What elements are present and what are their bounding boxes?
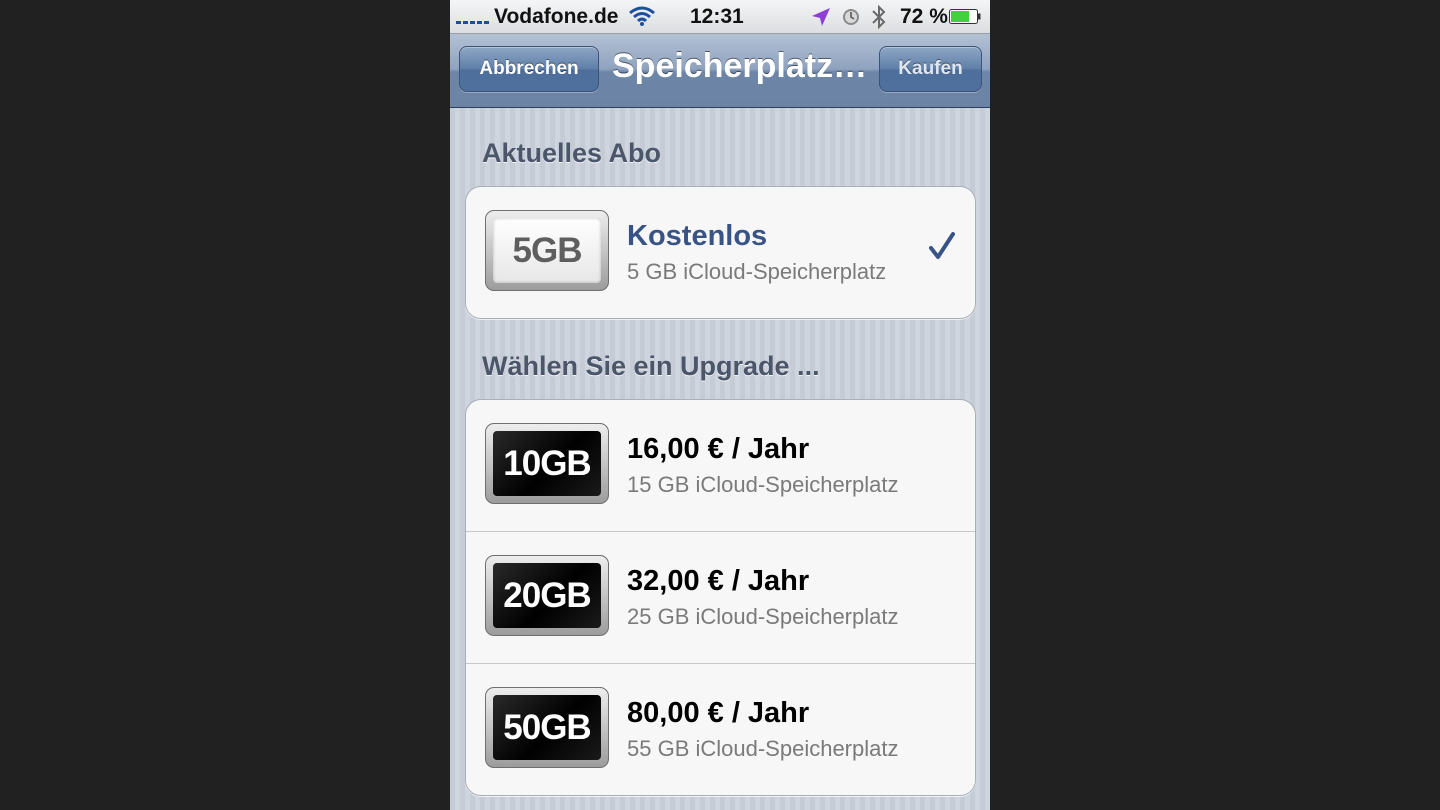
battery-percent: 72 % xyxy=(900,5,948,28)
badge-label: 50GB xyxy=(493,695,601,760)
signal-icon xyxy=(456,10,492,24)
storage-badge-icon: 50GB xyxy=(485,687,609,768)
buy-button[interactable]: Kaufen xyxy=(879,46,982,92)
plan-subtitle: 55 GB iCloud-Speicherplatz xyxy=(627,736,899,761)
badge-label: 20GB xyxy=(493,563,601,628)
location-arrow-icon xyxy=(812,8,830,26)
status-bar: Vodafone.de 12:31 72 % xyxy=(450,0,990,34)
plan-title: Kostenlos xyxy=(627,220,768,252)
carrier-name: Vodafone.de xyxy=(494,5,619,28)
upgrade-header: Wählen Sie ein Upgrade ... xyxy=(482,351,820,381)
current-plan-header: Aktuelles Abo xyxy=(482,138,662,168)
badge-label: 10GB xyxy=(493,431,601,496)
storage-badge-icon: 20GB xyxy=(485,555,609,636)
navigation-bar: Abbrechen Speicherplatz… Kaufen xyxy=(450,34,990,108)
current-plan-group: 5GB Kostenlos 5 GB iCloud-Speicherplatz xyxy=(465,186,976,319)
plan-price: 80,00 € / Jahr xyxy=(627,697,810,729)
plan-price: 16,00 € / Jahr xyxy=(627,433,810,465)
upgrade-plan-row[interactable]: 20GB 32,00 € / Jahr 25 GB iCloud-Speiche… xyxy=(466,531,975,663)
bluetooth-icon xyxy=(872,4,886,30)
cancel-button[interactable]: Abbrechen xyxy=(459,46,599,92)
upgrade-plan-row[interactable]: 50GB 80,00 € / Jahr 55 GB iCloud-Speiche… xyxy=(466,663,975,795)
battery-icon xyxy=(949,9,981,24)
plan-subtitle: 15 GB iCloud-Speicherplatz xyxy=(627,472,899,497)
upgrade-plan-group: 10GB 16,00 € / Jahr 15 GB iCloud-Speiche… xyxy=(465,399,976,796)
checkmark-icon xyxy=(929,232,955,259)
current-plan-row[interactable]: 5GB Kostenlos 5 GB iCloud-Speicherplatz xyxy=(466,187,975,318)
alarm-clock-icon xyxy=(843,9,859,25)
storage-badge-icon: 5GB xyxy=(485,210,609,291)
upgrade-plan-row[interactable]: 10GB 16,00 € / Jahr 15 GB iCloud-Speiche… xyxy=(466,400,975,531)
plan-subtitle: 25 GB iCloud-Speicherplatz xyxy=(627,604,899,629)
plan-subtitle: 5 GB iCloud-Speicherplatz xyxy=(627,259,887,284)
badge-label: 5GB xyxy=(493,218,601,283)
wifi-icon xyxy=(629,6,655,26)
plan-price: 32,00 € / Jahr xyxy=(627,565,810,597)
phone-screen: Vodafone.de 12:31 72 % Abbrechen Speiche xyxy=(450,0,990,810)
storage-badge-icon: 10GB xyxy=(485,423,609,504)
status-time: 12:31 xyxy=(690,5,744,28)
page-title: Speicherplatz… xyxy=(612,47,868,85)
